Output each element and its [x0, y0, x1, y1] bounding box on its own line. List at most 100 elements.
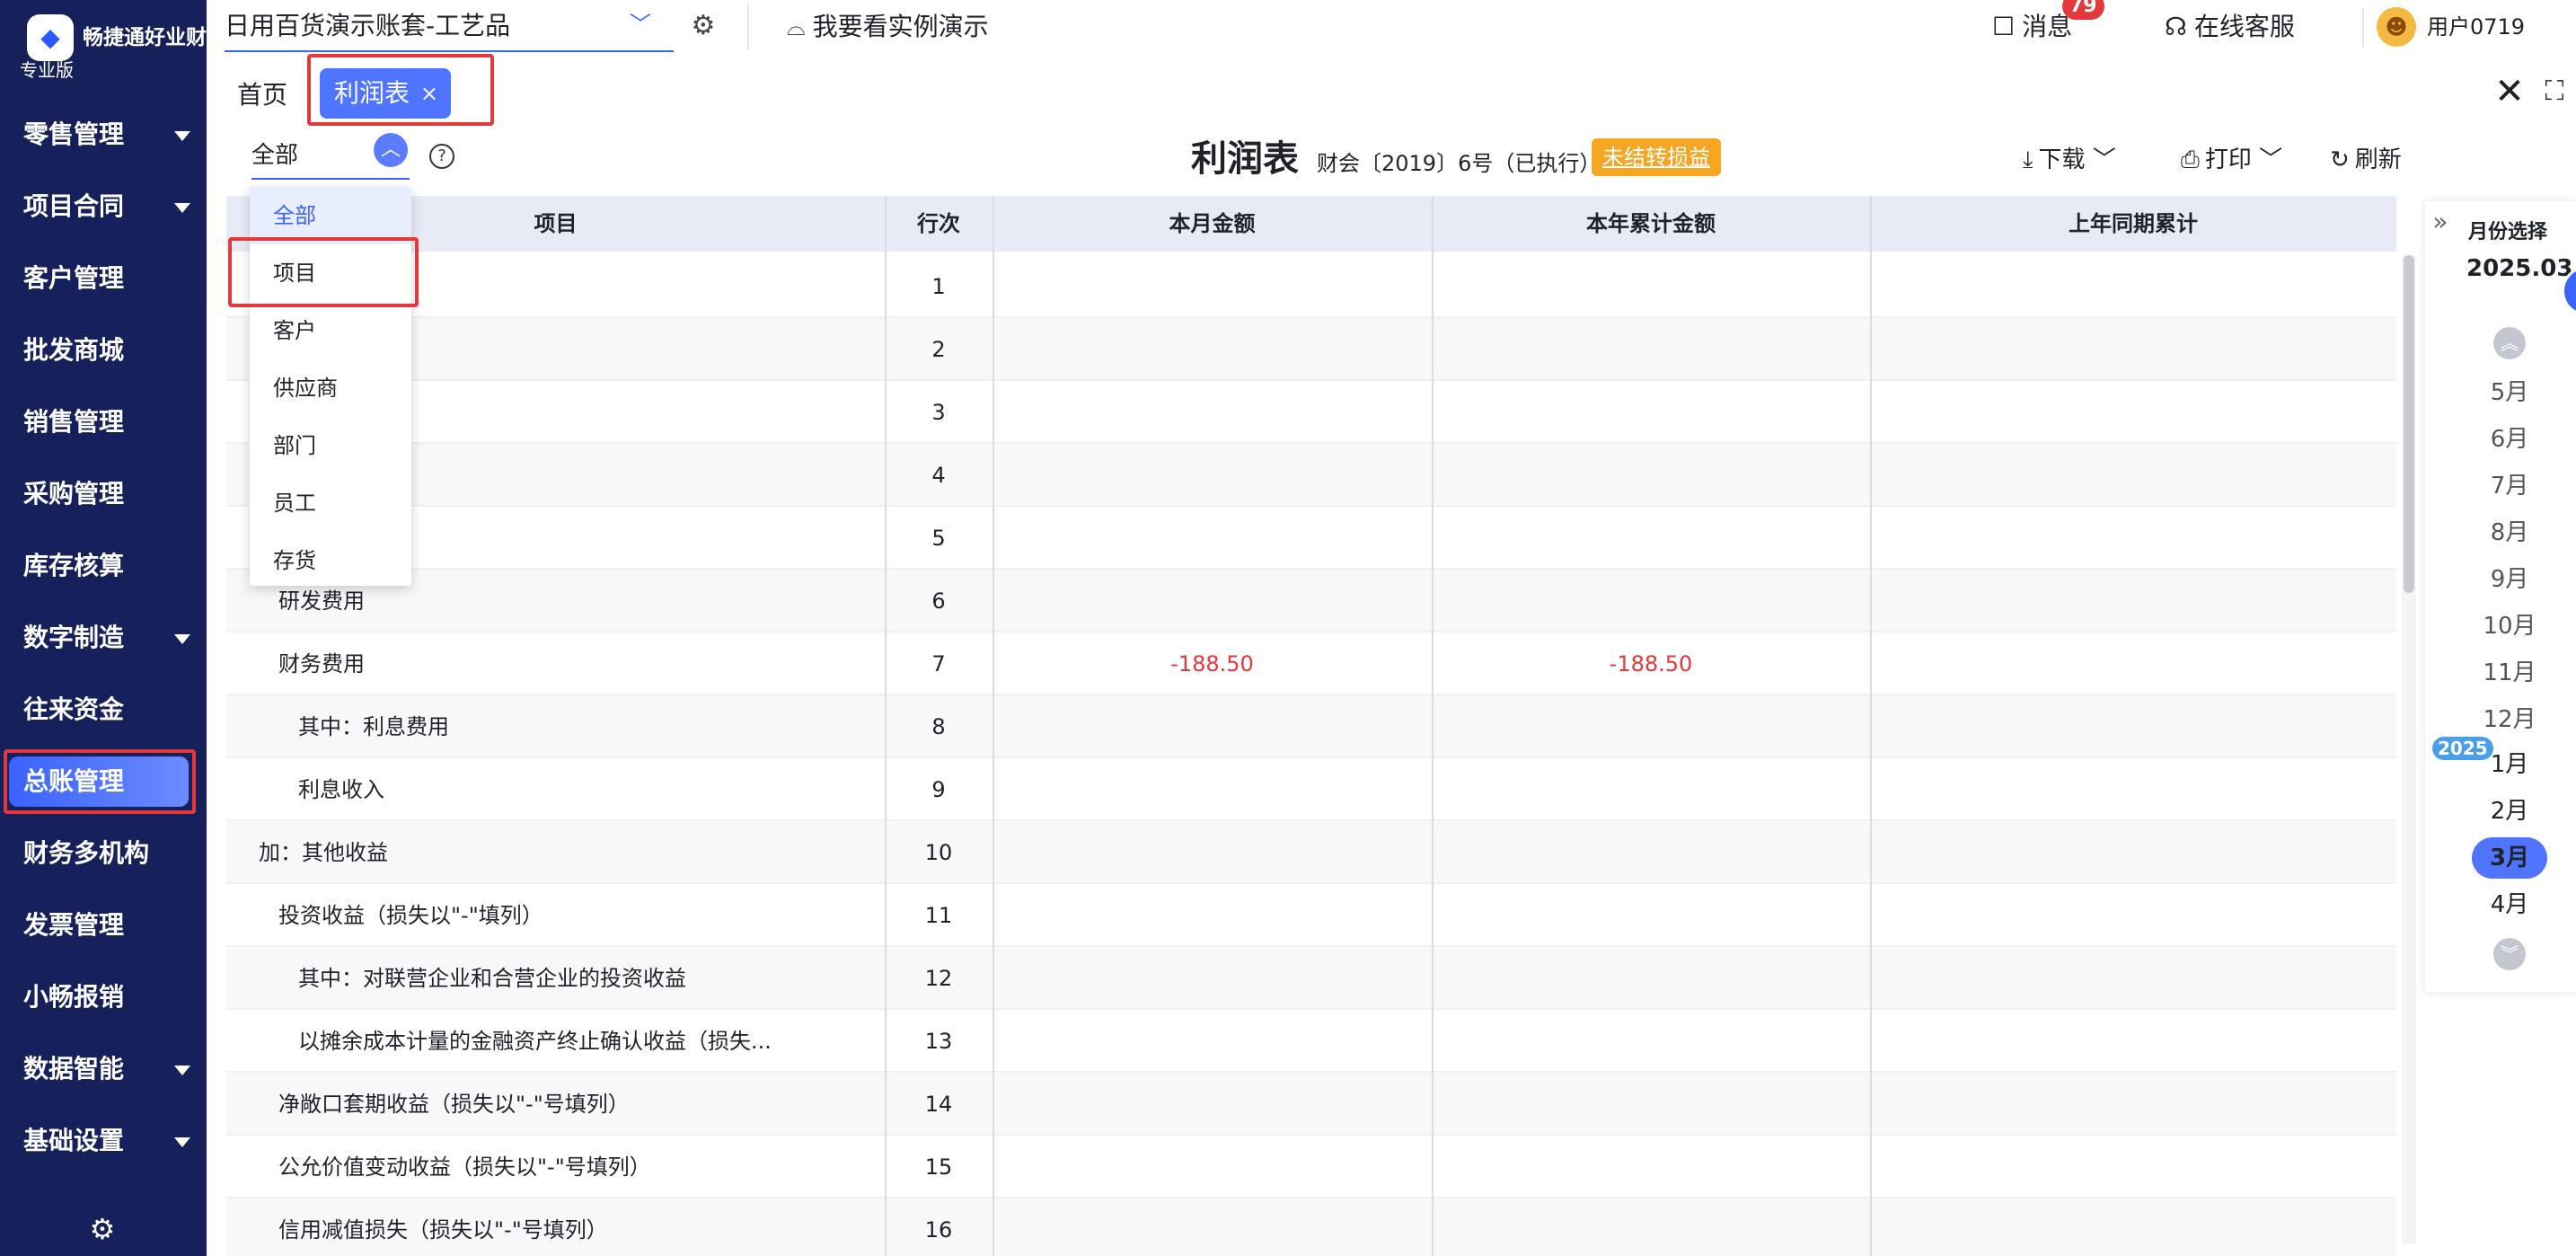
sidebar-item-label: 基础设置: [23, 1126, 125, 1155]
messages-button[interactable]: ☐ 消息: [1992, 9, 2072, 45]
month-option[interactable]: 3月: [2472, 837, 2547, 879]
sidebar-item[interactable]: 往来资金: [0, 674, 207, 746]
sidebar-item[interactable]: 发票管理: [0, 889, 207, 961]
month-option[interactable]: 9月: [2472, 559, 2547, 600]
dropdown-option[interactable]: 全部: [250, 187, 411, 244]
row-line: 12: [924, 966, 953, 991]
sidebar-item[interactable]: 数字制造: [0, 602, 207, 674]
table-row[interactable]: 其中：对联营企业和合营企业的投资收益 12: [226, 947, 2396, 1010]
sidebar-item-label: 往来资金: [23, 694, 125, 724]
row-item: 其中：对联营企业和合营企业的投资收益: [298, 966, 686, 991]
help-icon[interactable]: ?: [429, 144, 454, 169]
sidebar-item[interactable]: 批发商城: [0, 314, 207, 386]
table-row[interactable]: 其中：利息费用 8: [226, 695, 2396, 758]
table-row[interactable]: 信用减值损失（损失以"-"号填列） 16: [226, 1199, 2396, 1256]
sidebar-item[interactable]: 总账管理: [0, 746, 207, 818]
sidebar-item[interactable]: 财务多机构: [0, 818, 207, 889]
row-prev: [1870, 1136, 2396, 1199]
month-option[interactable]: 5月: [2472, 372, 2547, 413]
dropdown-option[interactable]: 供应商: [250, 359, 411, 417]
sidebar-item-label: 数字制造: [23, 623, 125, 652]
table-row[interactable]: 财务费用 7 -188.50 -188.50: [226, 632, 2396, 695]
avatar[interactable]: ☻: [2377, 7, 2416, 47]
dropdown-option[interactable]: 客户: [250, 302, 411, 359]
row-line: 2: [931, 337, 946, 362]
brand-name: 畅捷通好业财: [83, 26, 207, 49]
sidebar-item-label: 数据智能: [23, 1054, 125, 1084]
table-row[interactable]: 公允价值变动收益（损失以"-"号填列） 15: [226, 1136, 2396, 1199]
chevron-up-icon[interactable]: ︿: [374, 133, 408, 167]
sidebar-item[interactable]: 库存核算: [0, 530, 207, 602]
dropdown-option[interactable]: 存货: [250, 532, 411, 589]
service-label: 在线客服: [2193, 12, 2295, 41]
online-service-button[interactable]: ☊ 在线客服: [2165, 9, 2295, 45]
table-row[interactable]: 利息收入 9: [226, 758, 2396, 821]
month-option[interactable]: 10月: [2472, 606, 2547, 647]
dropdown-option[interactable]: 部门: [250, 417, 411, 474]
year-badge: 2025: [2432, 737, 2493, 760]
close-icon[interactable]: ✕: [2493, 74, 2526, 110]
row-item: 以摊余成本计量的金融资产终止确认收益（损失...: [298, 1029, 772, 1054]
table-row[interactable]: 4: [226, 444, 2396, 507]
column-header: 上年同期累计: [2069, 211, 2198, 236]
row-month: [992, 884, 1432, 947]
table-row[interactable]: 加：其他收益 10: [226, 821, 2396, 884]
demo-link[interactable]: ⌓ 我要看实例演示: [787, 11, 989, 43]
row-ytd: [1432, 1199, 1870, 1256]
column-divider: [992, 196, 994, 1256]
column-divider: [1870, 196, 1872, 1256]
sidebar-item[interactable]: 数据智能: [0, 1033, 207, 1105]
settings-gear-icon[interactable]: ⚙: [88, 1215, 117, 1243]
table-row[interactable]: 研发费用 6: [226, 570, 2396, 632]
sidebar-item[interactable]: 采购管理: [0, 458, 207, 530]
user-name[interactable]: 用户0719: [2427, 11, 2525, 43]
download-button[interactable]: ⤓ 下载 ﹀: [2023, 142, 2116, 178]
scroll-down-icon[interactable]: ︾: [2493, 938, 2526, 970]
account-selector[interactable]: 日用百货演示账套-工艺品: [225, 0, 674, 52]
row-prev: [1870, 444, 2396, 507]
highlight-box: [228, 237, 419, 307]
sidebar-item[interactable]: 小畅报销: [0, 961, 207, 1033]
month-option[interactable]: 2月: [2472, 791, 2547, 832]
scroll-up-icon[interactable]: ︽: [2493, 327, 2526, 359]
dropdown-option[interactable]: 员工: [250, 474, 411, 532]
table-row[interactable]: 2: [226, 318, 2396, 381]
tab-home[interactable]: 首页: [237, 75, 287, 115]
table-row[interactable]: 投资收益（损失以"-"填列） 11: [226, 884, 2396, 947]
row-month: [992, 444, 1432, 507]
caret-down-icon: [174, 1066, 190, 1075]
sidebar-item-label: 库存核算: [23, 551, 125, 580]
sidebar-item[interactable]: 零售管理: [0, 99, 207, 171]
expand-icon[interactable]: ⛶: [2538, 75, 2571, 108]
sidebar-item[interactable]: 项目合同: [0, 171, 207, 243]
collapse-panel-icon[interactable]: »: [2427, 208, 2454, 235]
row-item: 利息收入: [298, 777, 384, 802]
month-option[interactable]: 4月: [2472, 884, 2547, 925]
sidebar-item[interactable]: 客户管理: [0, 243, 207, 314]
row-ytd: [1432, 695, 1870, 758]
table-row[interactable]: 净敞口套期收益（损失以"-"号填列） 14: [226, 1073, 2396, 1136]
caret-down-icon: [174, 131, 190, 141]
chevron-down-icon[interactable]: ﹀: [629, 13, 652, 36]
refresh-button[interactable]: ↻ 刷新: [2330, 142, 2402, 178]
table-row[interactable]: 5: [226, 507, 2396, 570]
print-button[interactable]: ⎙ 打印 ﹀: [2181, 142, 2282, 178]
sidebar-item[interactable]: 基础设置: [0, 1105, 207, 1177]
sidebar-item-label: 财务多机构: [23, 838, 150, 868]
month-option[interactable]: 6月: [2472, 419, 2547, 460]
table-row[interactable]: 以摊余成本计量的金融资产终止确认收益（损失... 13: [226, 1010, 2396, 1073]
month-option[interactable]: 8月: [2472, 512, 2547, 553]
gear-icon[interactable]: ⚙: [688, 11, 719, 41]
table-row[interactable]: 1: [226, 255, 2396, 318]
table-row[interactable]: 加3: [226, 381, 2396, 444]
unclosed-profit-loss-link[interactable]: 未结转损益: [1592, 138, 1721, 176]
row-prev: [1870, 632, 2396, 695]
month-option[interactable]: 12月: [2472, 699, 2547, 740]
row-line: 4: [931, 463, 946, 488]
month-option[interactable]: 11月: [2472, 652, 2547, 694]
scrollbar-thumb[interactable]: [2404, 255, 2414, 593]
accounting-standard: 财会〔2019〕6号（已执行）: [1317, 151, 1601, 176]
month-option[interactable]: 7月: [2472, 465, 2547, 507]
sidebar-item-label: 发票管理: [23, 910, 125, 940]
sidebar-item[interactable]: 销售管理: [0, 386, 207, 458]
